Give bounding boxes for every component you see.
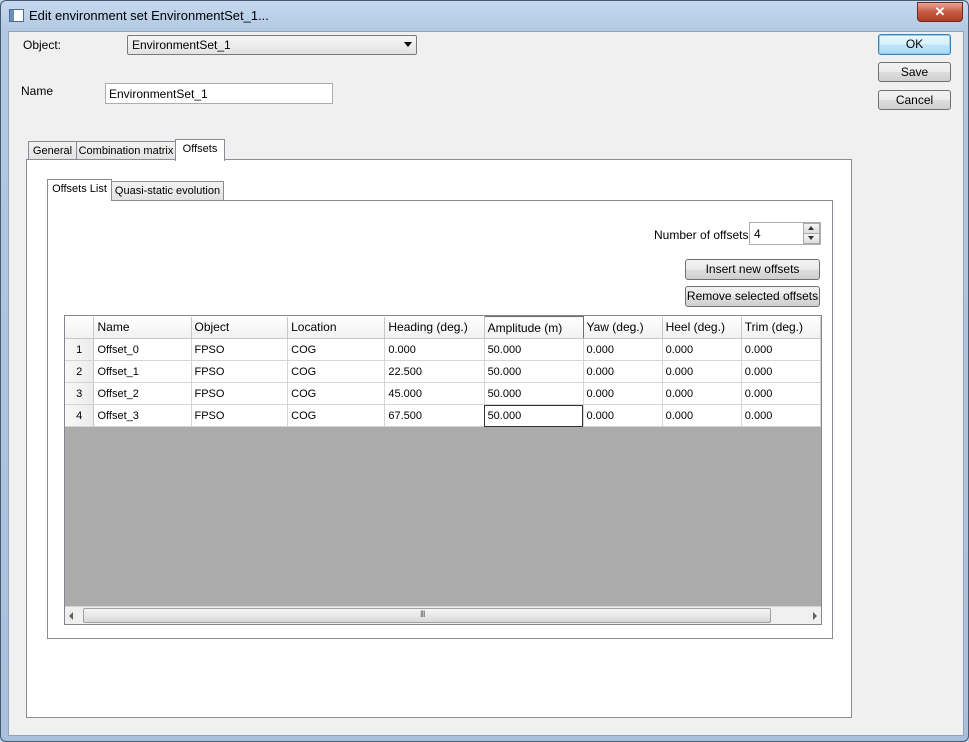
number-of-offsets-stepper[interactable]: 4 <box>749 222 821 245</box>
table-cell[interactable]: FPSO <box>191 338 289 361</box>
table-cell[interactable]: COG <box>287 404 386 427</box>
tab-general[interactable]: General <box>28 141 77 161</box>
tab-offsets-list[interactable]: Offsets List <box>47 179 112 201</box>
table-cell[interactable]: 0.000 <box>662 404 742 427</box>
table-cell[interactable]: 22.500 <box>384 360 485 383</box>
table-cell[interactable]: FPSO <box>191 404 289 427</box>
horizontal-scrollbar[interactable]: III <box>65 606 821 624</box>
table-cell[interactable]: 45.000 <box>384 382 485 405</box>
table-cell[interactable]: 0.000 <box>741 360 821 383</box>
table-cell[interactable]: Offset_2 <box>93 382 192 405</box>
table-cell[interactable]: 50.000 <box>484 360 584 383</box>
ok-button[interactable]: OK <box>878 34 951 55</box>
tab-offsets[interactable]: Offsets <box>175 139 225 161</box>
number-of-offsets-value: 4 <box>754 227 761 241</box>
row-header[interactable]: 4 <box>65 404 95 427</box>
table-cell[interactable]: 0.000 <box>583 382 663 405</box>
table-cell[interactable]: 0.000 <box>662 382 742 405</box>
offsets-grid[interactable]: Name Object Location Heading (deg.) Ampl… <box>64 315 822 625</box>
object-dropdown-value: EnvironmentSet_1 <box>132 38 231 52</box>
table-row[interactable]: 2 Offset_1 FPSO COG 22.500 50.000 0.000 … <box>65 360 821 383</box>
table-cell[interactable]: 0.000 <box>741 382 821 405</box>
scroll-thumb[interactable]: III <box>83 608 771 623</box>
table-cell[interactable]: Offset_0 <box>93 338 192 361</box>
scroll-left-icon[interactable] <box>69 612 73 620</box>
window-title: Edit environment set EnvironmentSet_1... <box>29 8 269 23</box>
table-cell[interactable]: 0.000 <box>662 360 742 383</box>
row-header[interactable]: 2 <box>65 360 95 383</box>
scroll-right-icon[interactable] <box>813 612 817 620</box>
remove-selected-offsets-button[interactable]: Remove selected offsets <box>685 286 820 307</box>
dialog-window: Edit environment set EnvironmentSet_1...… <box>0 0 969 742</box>
column-header-yaw[interactable]: Yaw (deg.) <box>583 316 663 339</box>
table-row[interactable]: 3 Offset_2 FPSO COG 45.000 50.000 0.000 … <box>65 382 821 405</box>
tab-combination-matrix[interactable]: Combination matrix <box>76 141 176 161</box>
number-of-offsets-label: Number of offsets: <box>654 228 752 242</box>
table-cell[interactable]: COG <box>287 382 386 405</box>
offsets-list-panel: Number of offsets: 4 Insert new offsets … <box>47 200 833 639</box>
offsets-table: Name Object Location Heading (deg.) Ampl… <box>65 316 821 427</box>
table-cell[interactable]: Offset_1 <box>93 360 192 383</box>
cancel-button[interactable]: Cancel <box>878 90 951 110</box>
name-label: Name <box>21 84 54 98</box>
object-dropdown[interactable]: EnvironmentSet_1 <box>127 35 417 55</box>
chevron-down-icon <box>404 42 412 47</box>
table-cell-selected[interactable]: 50.000 <box>484 404 584 427</box>
table-cell[interactable]: COG <box>287 360 386 383</box>
table-cell[interactable]: 0.000 <box>384 338 485 361</box>
table-cell[interactable]: 0.000 <box>583 404 663 427</box>
column-header-heading[interactable]: Heading (deg.) <box>384 316 485 339</box>
table-row[interactable]: 4 Offset_3 FPSO COG 67.500 50.000 0.000 … <box>65 404 821 427</box>
offsets-panel: Offsets List Quasi-static evolution Numb… <box>26 159 852 718</box>
table-cell[interactable]: 0.000 <box>583 338 663 361</box>
name-input[interactable]: EnvironmentSet_1 <box>105 83 333 104</box>
table-cell[interactable]: COG <box>287 338 386 361</box>
object-label: Object: <box>23 38 62 52</box>
dialog-client: Object: EnvironmentSet_1 Name Environmen… <box>8 31 964 736</box>
table-cell[interactable]: 50.000 <box>484 338 584 361</box>
table-cell[interactable]: 0.000 <box>741 404 821 427</box>
row-header[interactable]: 1 <box>65 338 95 361</box>
table-cell[interactable]: 0.000 <box>741 338 821 361</box>
table-cell[interactable]: 67.500 <box>384 404 485 427</box>
table-row[interactable]: 1 Offset_0 FPSO COG 0.000 50.000 0.000 0… <box>65 338 821 361</box>
column-header-location[interactable]: Location <box>287 316 386 339</box>
table-cell[interactable]: 0.000 <box>662 338 742 361</box>
row-header[interactable]: 3 <box>65 382 95 405</box>
column-header-object[interactable]: Object <box>191 316 289 339</box>
title-bar: Edit environment set EnvironmentSet_1...… <box>1 1 968 31</box>
table-cell[interactable]: 50.000 <box>484 382 584 405</box>
grip-icon: III <box>420 609 425 619</box>
close-button[interactable]: ✕ <box>917 2 963 22</box>
column-header-amplitude[interactable]: Amplitude (m) <box>483 316 584 339</box>
tab-quasi-static-evolution[interactable]: Quasi-static evolution <box>111 181 224 201</box>
name-input-value: EnvironmentSet_1 <box>109 87 208 101</box>
close-icon: ✕ <box>934 4 946 19</box>
insert-new-offsets-button[interactable]: Insert new offsets <box>685 259 820 280</box>
column-header-trim[interactable]: Trim (deg.) <box>741 316 821 339</box>
table-header-row: Name Object Location Heading (deg.) Ampl… <box>65 316 821 339</box>
corner-header[interactable] <box>65 316 95 339</box>
save-button[interactable]: Save <box>878 62 951 82</box>
table-cell[interactable]: FPSO <box>191 382 289 405</box>
table-cell[interactable]: 0.000 <box>583 360 663 383</box>
column-header-name[interactable]: Name <box>93 316 192 339</box>
column-header-heel[interactable]: Heel (deg.) <box>662 316 742 339</box>
window-icon <box>9 9 24 22</box>
spin-down-icon[interactable] <box>803 233 820 244</box>
table-cell[interactable]: FPSO <box>191 360 289 383</box>
table-cell[interactable]: Offset_3 <box>93 404 192 427</box>
